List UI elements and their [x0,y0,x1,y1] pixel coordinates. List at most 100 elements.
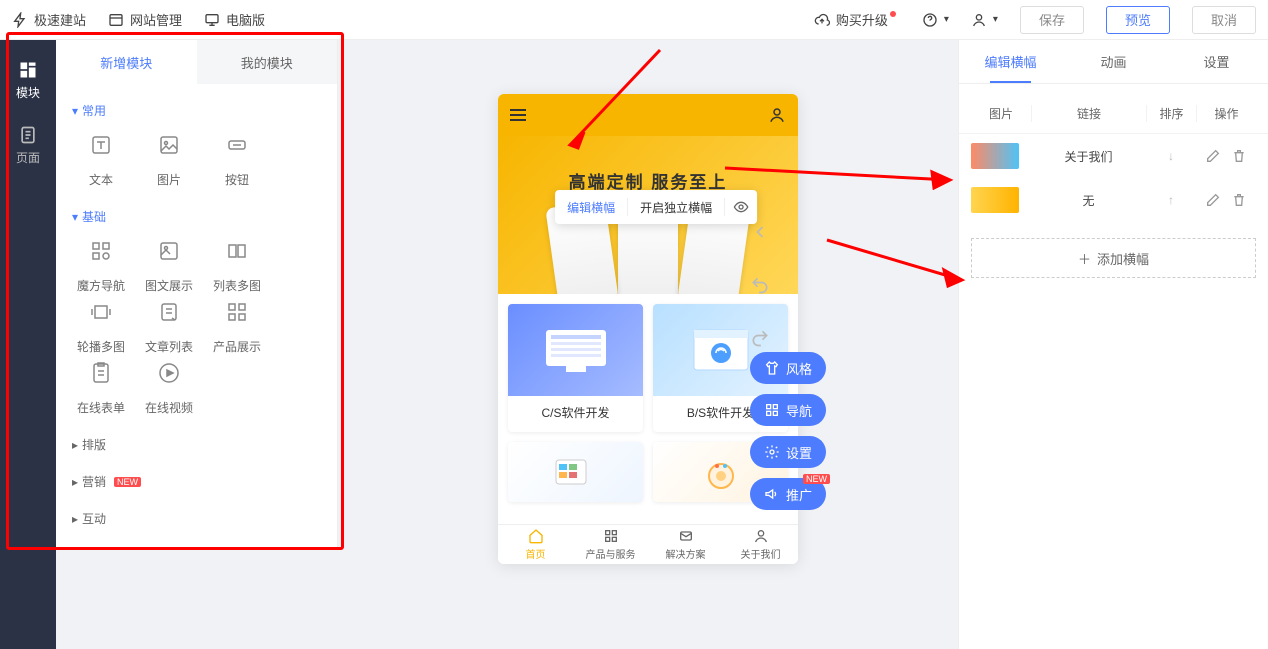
trash-icon[interactable] [1231,192,1247,208]
monitor-icon [204,12,220,28]
sort-up[interactable]: ↑ [1146,193,1196,207]
text-icon [89,133,113,157]
phone-tabbar: 首页 产品与服务 解决方案 关于我们 [498,524,798,564]
cat-common[interactable]: ▾常用 [68,92,325,129]
card-small-1[interactable] [508,442,643,502]
tooltip-edit-banner[interactable]: 编辑横幅 [555,199,627,216]
imgtext-icon [157,239,181,263]
top-site-manage[interactable]: 网站管理 [108,10,182,29]
module-product[interactable]: 产品展示 [204,300,270,355]
top-upgrade[interactable]: 购买升级 [814,10,900,29]
top-quick-build[interactable]: 极速建站 [12,10,86,29]
cat-basic[interactable]: ▾基础 [68,198,325,235]
card-cs[interactable]: C/S软件开发 [508,304,643,432]
tooltip-independent[interactable]: 开启独立横幅 [628,199,724,216]
help-icon [922,12,938,28]
canvas-pill-controls: 风格 导航 设置 推广NEW [750,352,826,510]
button-icon [225,133,249,157]
add-banner-button[interactable]: ＋添加横幅 [971,238,1256,278]
image-icon [157,133,181,157]
user-icon[interactable] [768,106,786,124]
card-label: C/S软件开发 [541,396,609,429]
article-icon [157,300,181,324]
tooltip-visibility[interactable] [725,199,757,215]
module-form[interactable]: 在线表单 [68,361,134,416]
plus-icon: ＋ [1078,249,1091,268]
lightning-icon [12,12,28,28]
redo-button[interactable] [750,328,770,353]
pill-promote[interactable]: 推广NEW [750,478,826,510]
edit-icon[interactable] [1205,148,1221,164]
cube-nav-icon [89,239,113,263]
hamburger-icon[interactable] [510,109,526,121]
tab-my-module[interactable]: 我的模块 [197,40,338,84]
cat-advanced[interactable]: ▸高级 [68,537,325,550]
module-button[interactable]: 按钮 [204,133,270,188]
grid-icon [764,402,780,418]
module-article-list[interactable]: 文章列表 [136,300,202,355]
gear-icon [764,444,780,460]
product-icon [225,300,249,324]
list-multi-icon [225,239,249,263]
red-dot-icon [890,11,896,17]
top-help[interactable]: ▾ [922,12,949,28]
arrow-left-icon [750,222,770,242]
video-icon [157,361,181,385]
top-account[interactable]: ▾ [971,12,998,28]
sort-down[interactable]: ↓ [1146,149,1196,163]
new-badge: NEW [803,474,830,484]
module-cube-nav[interactable]: 魔方导航 [68,239,134,294]
undo-icon [750,275,770,295]
banner-thumb[interactable] [971,187,1019,213]
user-icon [971,12,987,28]
pill-settings[interactable]: 设置 [750,436,826,468]
banner-thumb[interactable] [971,143,1019,169]
back-button[interactable] [750,222,770,247]
right-panel: 编辑横幅 动画 设置 图片 链接 排序 操作 关于我们 ↓ 无 ↑ ＋添加横幅 [958,40,1268,649]
rail-pages[interactable]: 页面 [16,125,40,166]
carousel-icon [89,300,113,324]
tab-new-module[interactable]: 新增模块 [56,40,197,84]
pill-style[interactable]: 风格 [750,352,826,384]
trash-icon[interactable] [1231,148,1247,164]
home-icon [528,528,544,544]
banner-link-text: 关于我们 [1031,148,1146,165]
module-imgtext[interactable]: 图文展示 [136,239,202,294]
module-carousel[interactable]: 轮播多图 [68,300,134,355]
top-desktop[interactable]: 电脑版 [204,10,265,29]
phone-tab-products[interactable]: 产品与服务 [573,525,648,564]
rail-modules[interactable]: 模块 [16,60,40,101]
cat-marketing[interactable]: ▸营销NEW [68,463,325,500]
undo-button[interactable] [750,275,770,300]
window-icon [108,12,124,28]
cat-layout[interactable]: ▸排版 [68,426,325,463]
user-icon [753,528,769,544]
save-button[interactable]: 保存 [1020,6,1084,34]
phone-header [498,94,798,136]
module-image[interactable]: 图片 [136,133,202,188]
speaker-icon [764,486,780,502]
preview-button[interactable]: 预览 [1106,6,1170,34]
rtab-settings[interactable]: 设置 [1165,40,1268,83]
edit-icon[interactable] [1205,192,1221,208]
cloud-up-icon [814,12,830,28]
left-rail: 模块 页面 [0,40,56,649]
cancel-button[interactable]: 取消 [1192,6,1256,34]
rtab-animation[interactable]: 动画 [1062,40,1165,83]
banner-link-text: 无 [1031,192,1146,209]
eye-icon [733,199,749,215]
banner-row: 无 ↑ [959,178,1268,222]
page-icon [18,125,38,145]
grid-icon [603,528,619,544]
cat-interactive[interactable]: ▸互动 [68,500,325,537]
card-image [508,304,643,396]
module-list-multi[interactable]: 列表多图 [204,239,270,294]
module-video[interactable]: 在线视频 [136,361,202,416]
pill-nav[interactable]: 导航 [750,394,826,426]
rtab-edit-banner[interactable]: 编辑横幅 [959,40,1062,83]
module-text[interactable]: 文本 [68,133,134,188]
phone-tab-solutions[interactable]: 解决方案 [648,525,723,564]
phone-tab-home[interactable]: 首页 [498,525,573,564]
new-badge: NEW [114,477,141,487]
phone-tab-about[interactable]: 关于我们 [723,525,798,564]
